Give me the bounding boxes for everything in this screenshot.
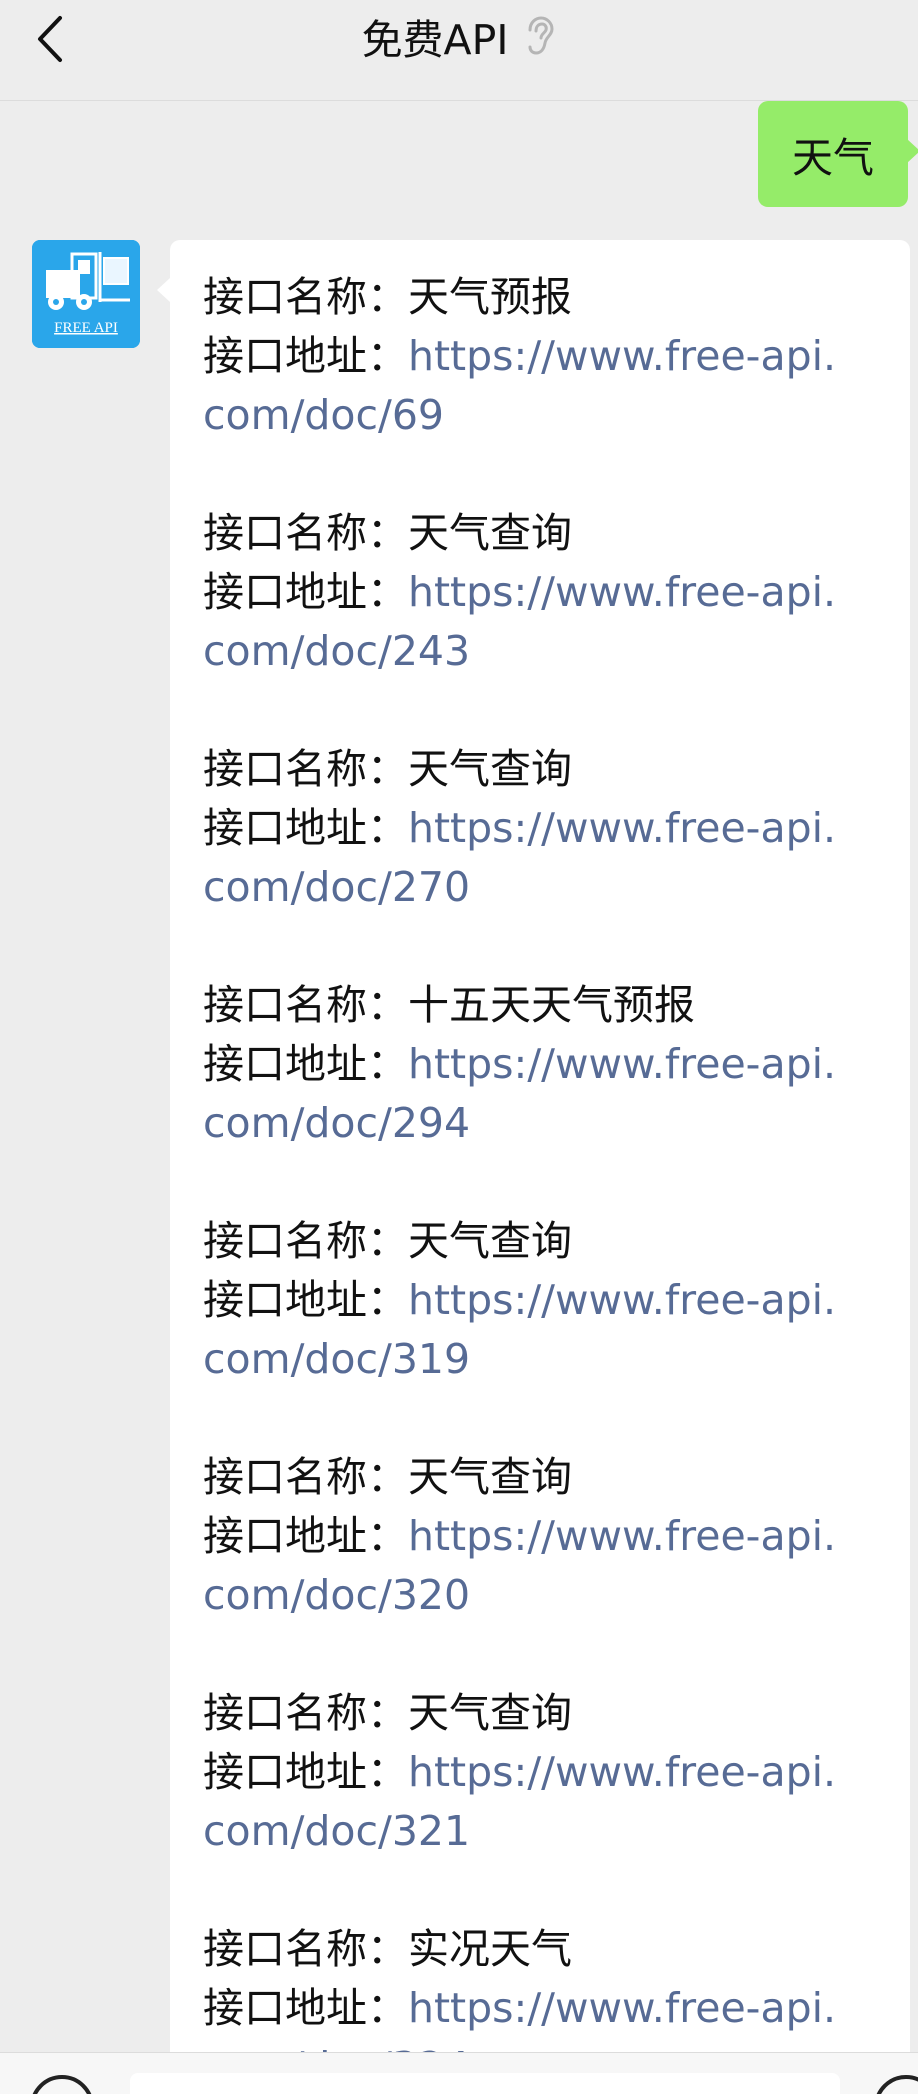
- api-name-label: 接口名称：: [203, 981, 408, 1029]
- outgoing-message-bubble[interactable]: 天气: [758, 101, 918, 207]
- api-url-link[interactable]: https://www.free-api.: [408, 1276, 836, 1324]
- api-name-label: 接口名称：: [203, 745, 408, 793]
- api-url-link[interactable]: https://www.free-api.: [408, 332, 836, 380]
- api-url-label: 接口地址：: [203, 1984, 408, 2032]
- api-name-value: 天气查询: [408, 1217, 572, 1265]
- api-url-link-continued[interactable]: com/doc/270: [203, 858, 890, 917]
- api-url-link-continued[interactable]: com/doc/320: [203, 1566, 890, 1625]
- api-name-line: 接口名称：天气查询: [203, 504, 890, 563]
- api-name-line: 接口名称：天气预报: [203, 268, 890, 327]
- api-name-line: 接口名称：天气查询: [203, 1684, 890, 1743]
- forklift-icon: FREE API: [32, 240, 140, 348]
- api-name-label: 接口名称：: [203, 1217, 408, 1265]
- api-url-link[interactable]: https://www.free-api.: [408, 1748, 836, 1796]
- api-url-link[interactable]: https://www.free-api.: [408, 1040, 836, 1088]
- api-name-label: 接口名称：: [203, 273, 408, 321]
- api-name-line: 接口名称：实况天气: [203, 1920, 890, 1979]
- api-name-label: 接口名称：: [203, 1453, 408, 1501]
- api-url-link-continued[interactable]: com/doc/319: [203, 1330, 890, 1389]
- api-url-label: 接口地址：: [203, 1748, 408, 1796]
- api-name-value: 天气预报: [408, 273, 572, 321]
- api-name-label: 接口名称：: [203, 509, 408, 557]
- api-url-label: 接口地址：: [203, 1276, 408, 1324]
- header-title-group: 免费API: [0, 8, 918, 64]
- outgoing-message-text: 天气: [792, 134, 874, 182]
- api-url-line: 接口地址：https://www.free-api.: [203, 327, 890, 386]
- api-name-label: 接口名称：: [203, 1689, 408, 1737]
- api-url-link[interactable]: https://www.free-api.: [408, 568, 836, 616]
- avatar[interactable]: FREE API: [32, 240, 140, 348]
- api-url-line: 接口地址：https://www.free-api.: [203, 1035, 890, 1094]
- message-input[interactable]: [130, 2073, 840, 2094]
- api-name-value: 实况天气: [408, 1925, 572, 1973]
- api-name-value: 天气查询: [408, 509, 572, 557]
- api-entry: 接口名称：天气查询 接口地址：https://www.free-api. com/d…: [203, 1212, 890, 1389]
- api-entry: 接口名称：天气查询 接口地址：https://www.free-api. com/d…: [203, 1448, 890, 1625]
- input-bar: [0, 2052, 918, 2094]
- api-url-label: 接口地址：: [203, 804, 408, 852]
- chat-title: 免费API: [361, 16, 509, 64]
- api-name-line: 接口名称：十五天天气预报: [203, 976, 890, 1035]
- api-url-link[interactable]: https://www.free-api.: [408, 1512, 836, 1560]
- api-name-value: 天气查询: [408, 1453, 572, 1501]
- api-name-label: 接口名称：: [203, 1925, 408, 1973]
- ear-icon: [522, 16, 556, 56]
- incoming-message-bubble[interactable]: 接口名称：天气预报 接口地址：https://www.free-api. com/d…: [157, 240, 910, 2094]
- api-url-link-continued[interactable]: com/doc/243: [203, 622, 890, 681]
- api-url-line: 接口地址：https://www.free-api.: [203, 1271, 890, 1330]
- api-url-line: 接口地址：https://www.free-api.: [203, 1743, 890, 1802]
- chat-screen: 免费API 天气 FREE API 接口名称：天气预报 接口地址：https:/…: [0, 0, 918, 2094]
- api-name-line: 接口名称：天气查询: [203, 1212, 890, 1271]
- api-url-link-continued[interactable]: com/doc/321: [203, 1802, 890, 1861]
- api-url-label: 接口地址：: [203, 1512, 408, 1560]
- api-name-line: 接口名称：天气查询: [203, 740, 890, 799]
- api-url-line: 接口地址：https://www.free-api.: [203, 1979, 890, 2038]
- api-url-link-continued[interactable]: com/doc/294: [203, 1094, 890, 1153]
- api-entry: 接口名称：天气预报 接口地址：https://www.free-api. com/d…: [203, 268, 890, 445]
- api-entry-list: 接口名称：天气预报 接口地址：https://www.free-api. com/d…: [170, 240, 910, 2094]
- chat-header: 免费API: [0, 0, 918, 101]
- api-entry: 接口名称：十五天天气预报 接口地址：https://www.free-api. co…: [203, 976, 890, 1153]
- api-url-link[interactable]: https://www.free-api.: [408, 1984, 836, 2032]
- api-url-label: 接口地址：: [203, 568, 408, 616]
- api-name-value: 天气查询: [408, 1689, 572, 1737]
- api-url-line: 接口地址：https://www.free-api.: [203, 563, 890, 622]
- api-name-value: 十五天天气预报: [408, 981, 695, 1029]
- emoji-button[interactable]: [874, 2075, 918, 2094]
- api-url-link-continued[interactable]: com/doc/69: [203, 386, 890, 445]
- api-url-label: 接口地址：: [203, 332, 408, 380]
- api-url-link[interactable]: https://www.free-api.: [408, 804, 836, 852]
- avatar-caption: FREE API: [54, 320, 118, 336]
- voice-button[interactable]: [30, 2075, 94, 2094]
- api-entry: 接口名称：天气查询 接口地址：https://www.free-api. com/d…: [203, 504, 890, 681]
- api-entry: 接口名称：天气查询 接口地址：https://www.free-api. com/d…: [203, 1684, 890, 1861]
- api-url-line: 接口地址：https://www.free-api.: [203, 799, 890, 858]
- api-name-value: 天气查询: [408, 745, 572, 793]
- api-url-label: 接口地址：: [203, 1040, 408, 1088]
- api-url-line: 接口地址：https://www.free-api.: [203, 1507, 890, 1566]
- api-name-line: 接口名称：天气查询: [203, 1448, 890, 1507]
- api-entry: 接口名称：天气查询 接口地址：https://www.free-api. com/d…: [203, 740, 890, 917]
